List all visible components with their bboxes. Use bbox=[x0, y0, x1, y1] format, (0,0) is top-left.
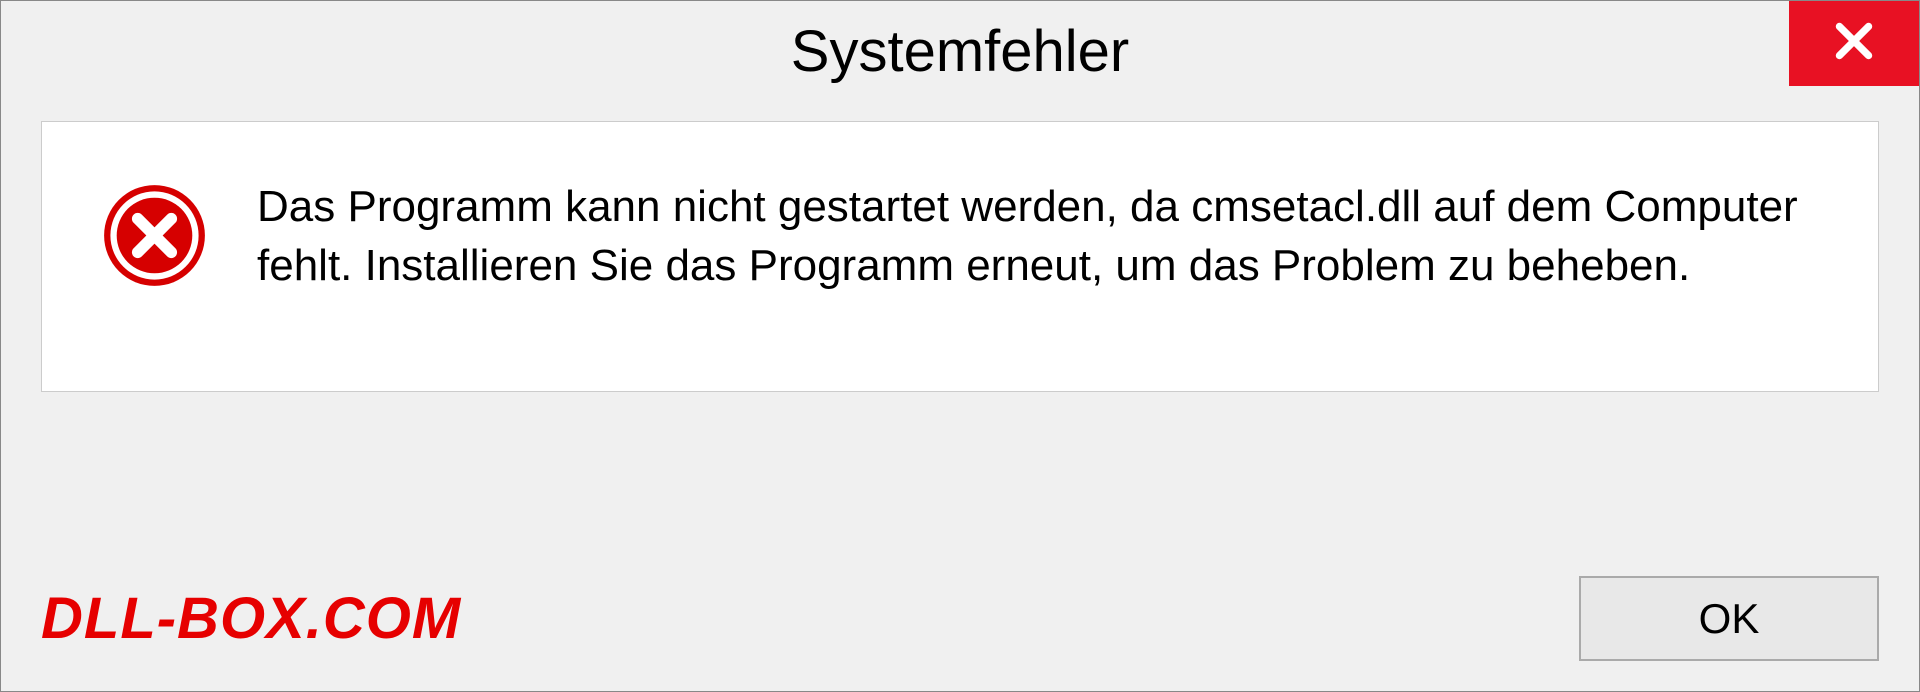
watermark-text: DLL-BOX.COM bbox=[41, 585, 461, 652]
titlebar: Systemfehler bbox=[1, 1, 1919, 101]
dialog-footer: DLL-BOX.COM OK bbox=[41, 576, 1879, 661]
error-message: Das Programm kann nicht gestartet werden… bbox=[257, 177, 1818, 296]
dialog-title: Systemfehler bbox=[791, 18, 1129, 85]
ok-button[interactable]: OK bbox=[1579, 576, 1879, 661]
dialog-content: Das Programm kann nicht gestartet werden… bbox=[41, 121, 1879, 392]
error-dialog: Systemfehler Das Programm kann nicht ges… bbox=[0, 0, 1920, 692]
close-button[interactable] bbox=[1789, 1, 1919, 86]
error-icon bbox=[102, 183, 207, 288]
ok-button-label: OK bbox=[1699, 595, 1760, 643]
close-icon bbox=[1829, 16, 1879, 71]
